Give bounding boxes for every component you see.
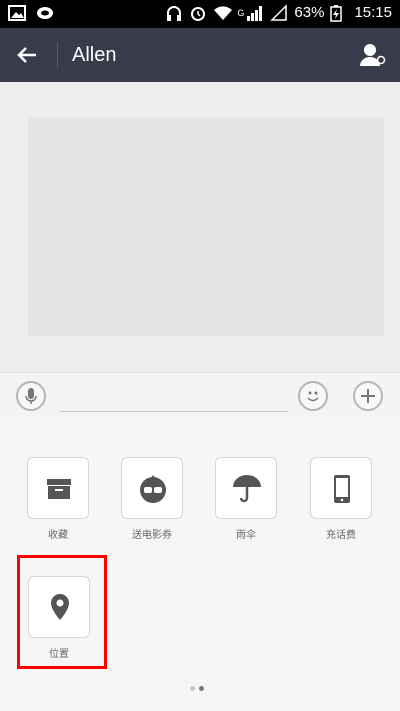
- chat-header: Allen: [0, 28, 400, 82]
- headphones-icon: [165, 4, 183, 22]
- more-actions-button[interactable]: [353, 381, 383, 411]
- smiley-icon: [307, 391, 319, 402]
- voice-input-button[interactable]: [16, 381, 46, 411]
- inbox-icon: [47, 479, 71, 499]
- plus-icon: [361, 389, 375, 403]
- gallery-icon: [8, 4, 26, 22]
- page-indicator: [190, 686, 204, 691]
- input-bar: [0, 372, 400, 419]
- tile-label: 收藏: [48, 530, 68, 541]
- chat-title: Allen: [72, 44, 117, 66]
- emoji-button[interactable]: [298, 381, 328, 411]
- page-dot-active[interactable]: [199, 686, 204, 691]
- umbrella-tile[interactable]: [215, 457, 277, 519]
- message-card-placeholder: [28, 118, 384, 336]
- message-input[interactable]: [60, 411, 288, 412]
- page-dot[interactable]: [190, 686, 195, 691]
- movie-ticket-tile[interactable]: [121, 457, 183, 519]
- battery-percent: 63%: [294, 4, 325, 21]
- signal-outline-icon: [270, 4, 288, 22]
- signal-bars-icon: [246, 4, 264, 22]
- tile-label: 充话费: [326, 530, 356, 541]
- glasses-face-icon: [140, 475, 166, 503]
- header-divider: [57, 42, 58, 68]
- location-highlight-box: [17, 555, 107, 669]
- microphone-icon: [25, 388, 37, 404]
- signal-type-label: G: [237, 8, 245, 18]
- wifi-icon: [213, 4, 233, 22]
- clock: 15:15: [354, 4, 392, 21]
- status-bar: G 63% 15:15: [0, 0, 400, 28]
- umbrella-icon: [233, 475, 261, 503]
- back-arrow-icon[interactable]: [14, 40, 42, 70]
- favorites-tile[interactable]: [27, 457, 89, 519]
- chat-notification-icon: [36, 4, 54, 22]
- tile-label: 雨伞: [236, 530, 256, 541]
- contact-profile-icon[interactable]: [358, 40, 388, 70]
- chat-message-area: [0, 82, 400, 372]
- alarm-icon: [189, 4, 207, 22]
- battery-charging-icon: [330, 4, 348, 22]
- phone-icon: [334, 475, 350, 503]
- phone-recharge-tile[interactable]: [310, 457, 372, 519]
- tile-label: 送电影券: [132, 530, 172, 541]
